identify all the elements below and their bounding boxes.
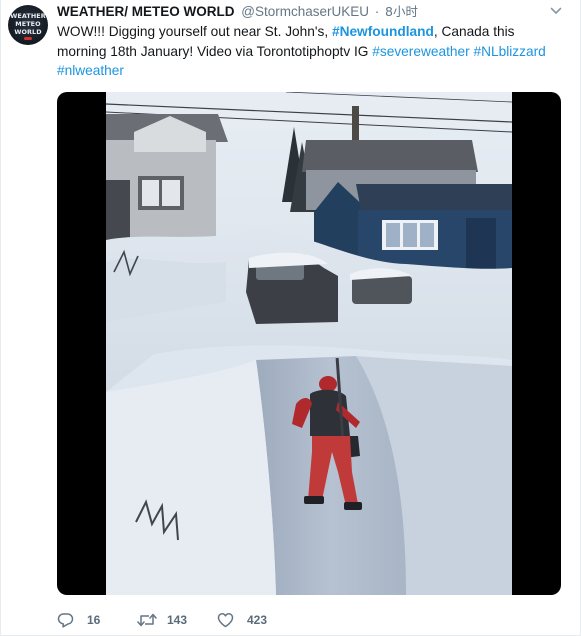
reply-bubble-icon — [57, 613, 74, 628]
avatar-logo-text: WEATHER METEO WORLD — [8, 12, 48, 36]
avatar-line-3: WORLD — [14, 28, 42, 36]
tweet-timestamp[interactable]: 8小时 — [385, 4, 418, 19]
tweet-card: WEATHER METEO WORLD WEATHER/ METEO WORLD… — [0, 0, 581, 636]
avatar-line-1: WEATHER — [10, 12, 46, 20]
heart-icon — [217, 613, 234, 628]
video-still-image — [106, 92, 512, 595]
chevron-down-icon[interactable] — [549, 4, 563, 18]
display-name[interactable]: WEATHER/ METEO WORLD — [57, 4, 234, 19]
hashtag-newfoundland[interactable]: #Newfoundland — [332, 24, 434, 39]
avatar-line-2: METEO — [15, 20, 41, 28]
video-player[interactable] — [57, 92, 561, 595]
hashtag-severeweather[interactable]: #severeweather — [372, 44, 469, 59]
retweet-button[interactable]: 143 — [137, 610, 197, 630]
video-frame — [106, 92, 512, 595]
reply-button[interactable]: 16 — [57, 610, 107, 630]
tweet-text: WOW!!! Digging yourself out near St. Joh… — [57, 22, 567, 81]
retweet-icon — [137, 613, 157, 627]
like-button[interactable]: 423 — [217, 610, 277, 630]
header-separator: · — [374, 4, 380, 19]
tweet-text-part: WOW!!! Digging yourself out near St. Joh… — [57, 24, 332, 39]
hashtag-nlblizzard[interactable]: #NLblizzard — [473, 44, 545, 59]
avatar-logo-mark — [24, 37, 32, 40]
avatar[interactable]: WEATHER METEO WORLD — [8, 5, 48, 45]
like-count: 423 — [247, 613, 268, 627]
retweet-count: 143 — [167, 613, 188, 627]
hashtag-nlweather[interactable]: #nlweather — [57, 63, 124, 78]
user-handle[interactable]: @StormchaserUKEU — [241, 4, 369, 19]
reply-count: 16 — [87, 613, 101, 627]
tweet-header: WEATHER/ METEO WORLD @StormchaserUKEU · … — [57, 3, 418, 21]
